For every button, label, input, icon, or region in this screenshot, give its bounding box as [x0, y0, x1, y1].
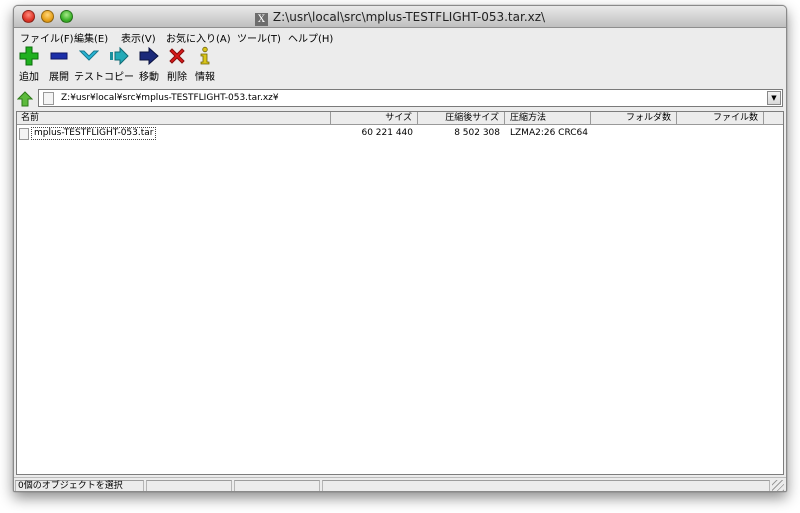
menu-bar: ファイル(F) 編集(E) 表示(V) お気に入り(A) ツール(T) ヘルプ(… — [14, 28, 786, 45]
item-method: LZMA2:26 CRC64 — [510, 128, 588, 138]
check-icon — [79, 50, 99, 61]
minus-icon — [50, 52, 68, 60]
test-button[interactable]: テスト — [72, 46, 106, 83]
archive-window: X Z:\usr\local\src\mplus-TESTFLIGHT-053.t… — [13, 5, 787, 492]
column-header: 名前 サイズ 圧縮後サイズ 圧縮方法 フォルダ数 ファイル数 — [17, 112, 783, 125]
column-size[interactable]: サイズ — [331, 112, 418, 125]
copy-arrow-icon — [110, 46, 129, 66]
column-method[interactable]: 圧縮方法 — [505, 112, 591, 125]
x11-app-icon: X — [254, 13, 268, 26]
column-files[interactable]: ファイル数 — [677, 112, 764, 125]
dropdown-arrow-icon[interactable]: ▼ — [767, 91, 781, 105]
status-segment-3 — [234, 480, 320, 491]
plus-icon — [19, 46, 39, 66]
move-arrow-icon — [139, 46, 159, 66]
menu-file[interactable]: ファイル(F) — [20, 30, 74, 45]
info-icon — [200, 46, 210, 65]
archive-file-icon — [43, 92, 54, 105]
column-packed-size[interactable]: 圧縮後サイズ — [418, 112, 505, 125]
menu-edit[interactable]: 編集(E) — [74, 30, 108, 45]
menu-tools[interactable]: ツール(T) — [237, 30, 281, 45]
title-bar[interactable]: X Z:\usr\local\src\mplus-TESTFLIGHT-053.t… — [14, 6, 786, 28]
extract-label: 展開 — [49, 72, 69, 83]
address-bar: Z:¥usr¥local¥src¥mplus-TESTFLIGHT-053.ta… — [14, 88, 786, 110]
file-icon — [19, 128, 29, 140]
column-name[interactable]: 名前 — [17, 112, 331, 125]
item-packed-size: 8 502 308 — [454, 128, 500, 138]
resize-grip-icon[interactable] — [772, 480, 784, 491]
status-bar: 0個のオブジェクトを選択 — [14, 477, 786, 491]
path-combobox[interactable]: Z:¥usr¥local¥src¥mplus-TESTFLIGHT-053.ta… — [38, 89, 783, 107]
menu-view[interactable]: 表示(V) — [121, 30, 156, 45]
window-title-wrap: X Z:\usr\local\src\mplus-TESTFLIGHT-053.t… — [14, 10, 786, 26]
delete-x-icon — [169, 48, 185, 64]
item-name[interactable]: mplus-TESTFLIGHT-053.tar — [31, 127, 157, 140]
status-segment-2 — [146, 480, 232, 491]
test-label: テスト — [74, 72, 104, 83]
menu-help[interactable]: ヘルプ(H) — [288, 30, 333, 45]
copy-button[interactable]: コピー — [102, 46, 136, 83]
menu-favorites[interactable]: お気に入り(A) — [166, 30, 231, 45]
info-button[interactable]: 情報 — [188, 46, 222, 83]
status-segment-4 — [322, 480, 770, 491]
toolbar: 追加 展開 テスト コピー 移動 削除 情報 — [14, 46, 786, 87]
item-size: 60 221 440 — [361, 128, 413, 138]
window-title: Z:\usr\local\src\mplus-TESTFLIGHT-053.ta… — [272, 10, 546, 24]
extract-button[interactable]: 展開 — [42, 46, 76, 83]
up-arrow-icon — [16, 91, 34, 107]
copy-label: コピー — [104, 72, 134, 83]
info-label: 情報 — [195, 72, 215, 83]
file-list[interactable]: 名前 サイズ 圧縮後サイズ 圧縮方法 フォルダ数 ファイル数 mplus-TES… — [16, 111, 784, 475]
column-folders[interactable]: フォルダ数 — [591, 112, 677, 125]
path-value: Z:¥usr¥local¥src¥mplus-TESTFLIGHT-053.ta… — [61, 93, 279, 103]
list-item[interactable]: mplus-TESTFLIGHT-053.tar 60 221 440 8 50… — [17, 127, 783, 141]
up-folder-button[interactable] — [16, 91, 34, 107]
status-selection: 0個のオブジェクトを選択 — [15, 480, 144, 491]
